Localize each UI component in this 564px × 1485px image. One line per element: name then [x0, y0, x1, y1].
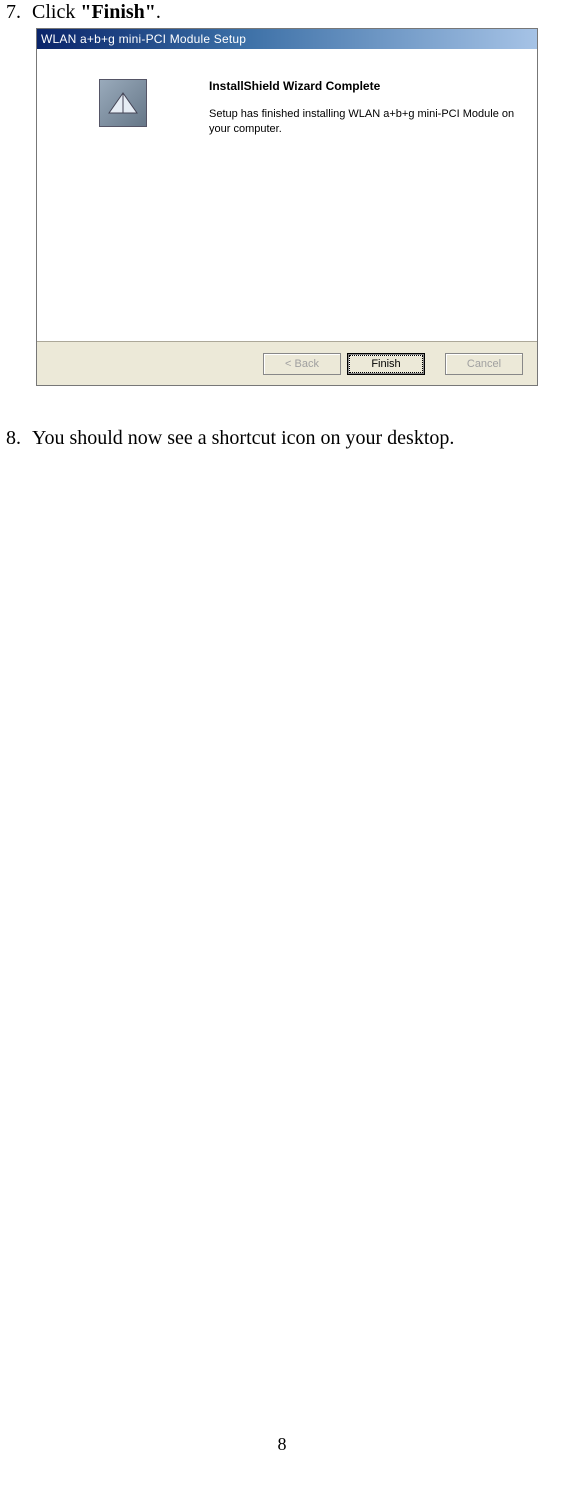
window-title: WLAN a+b+g mini-PCI Module Setup: [41, 32, 246, 46]
wizard-sidebar: [37, 49, 209, 341]
wizard-heading: InstallShield Wizard Complete: [209, 79, 517, 93]
instruction-step-8: 8. You should now see a shortcut icon on…: [6, 426, 558, 450]
wizard-body-text: Setup has finished installing WLAN a+b+g…: [209, 107, 517, 137]
step-text: You should now see a shortcut icon on yo…: [32, 426, 454, 450]
back-button: < Back: [263, 353, 341, 375]
step-number: 8.: [6, 426, 32, 450]
step-text-bold: "Finish": [80, 1, 156, 23]
step-text: Click "Finish".: [32, 0, 161, 24]
instruction-step-7: 7. Click "Finish".: [6, 0, 558, 24]
installshield-icon: [99, 79, 147, 127]
step-text-post: .: [156, 1, 161, 23]
finish-button[interactable]: Finish: [347, 353, 425, 375]
page-number: 8: [0, 1434, 564, 1455]
step-number: 7.: [6, 0, 32, 24]
cancel-button: Cancel: [445, 353, 523, 375]
step-text-pre: Click: [32, 1, 80, 23]
wizard-button-row: < Back Finish Cancel: [37, 341, 537, 385]
installer-window: WLAN a+b+g mini-PCI Module Setup: [36, 28, 538, 386]
window-titlebar: WLAN a+b+g mini-PCI Module Setup: [37, 29, 537, 49]
